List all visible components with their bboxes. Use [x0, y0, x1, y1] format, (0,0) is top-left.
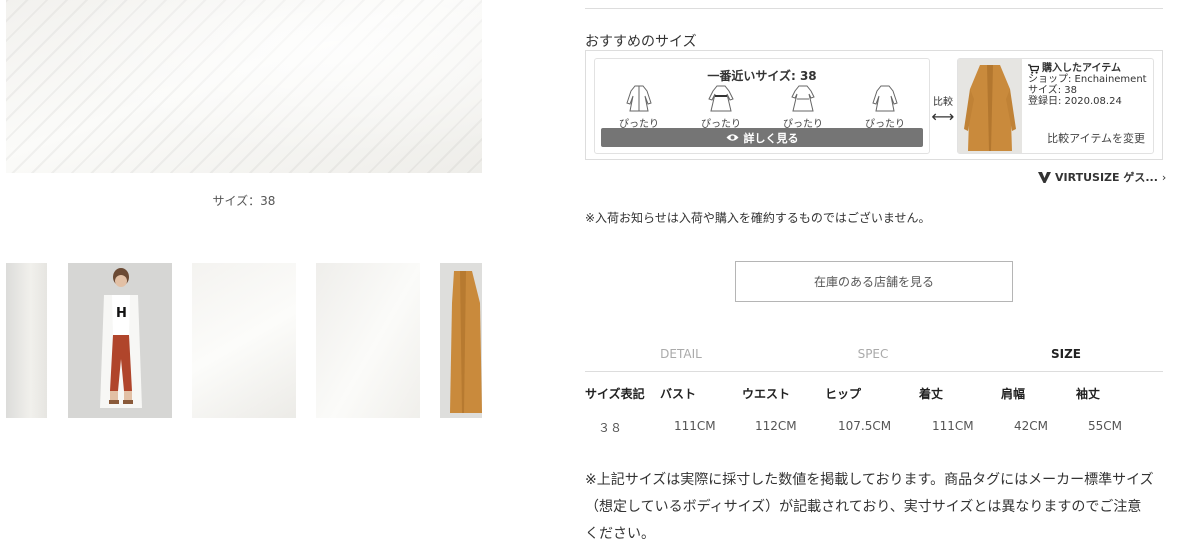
- thumbnail-2[interactable]: H: [68, 263, 172, 418]
- purchased-title: 購入したアイテム: [1042, 63, 1121, 74]
- table-cell: 42CM: [1014, 419, 1049, 433]
- purchased-size: サイズ: 38: [1028, 85, 1077, 96]
- view-stores-button[interactable]: 在庫のある店舗を見る: [735, 261, 1013, 302]
- table-header: バスト: [660, 387, 697, 401]
- model-photo: H: [68, 263, 172, 418]
- image-size-caption: サイズ：38: [212, 194, 276, 208]
- product-tabs: DETAIL SPEC SIZE: [585, 336, 1163, 372]
- divider: [585, 8, 1163, 9]
- virtusize-label: VIRTUSIZE ゲス...: [1055, 171, 1158, 184]
- table-header: サイズ表記: [585, 387, 645, 401]
- dress-outline-icon: [872, 85, 898, 112]
- virtusize-link[interactable]: VIRTUSIZE ゲス... ›: [1038, 169, 1166, 185]
- size-disclaimer: ※上記サイズは実際に採寸した数値を掲載しております。商品タグにはメーカー標準サイ…: [585, 472, 1154, 542]
- size-recommendation-panel: 一番近いサイズ: 38 ぴったり ぴったり ぴったり ぴったり 詳しく見る: [594, 58, 930, 154]
- cardigan-photo: [958, 59, 1022, 153]
- purchased-item-info: 購入したアイテム ショップ: Enchainement サイズ: 38 登録日:…: [1028, 63, 1147, 107]
- table-header: 着丈: [919, 387, 944, 401]
- thumbnail-strip: H: [6, 263, 482, 418]
- change-compare-item-link[interactable]: 比較アイテムを変更: [1047, 130, 1145, 146]
- recommended-size-heading: おすすめのサイズ: [585, 34, 697, 50]
- eye-icon: [726, 134, 738, 141]
- table-header: 袖丈: [1076, 387, 1101, 401]
- tab-detail[interactable]: DETAIL: [585, 336, 777, 372]
- fit-garment-4: ぴったり: [855, 83, 915, 130]
- thumbnail-3[interactable]: [192, 263, 296, 418]
- see-details-label: 詳しく見る: [743, 131, 799, 145]
- table-cell: 111CM: [932, 419, 974, 433]
- tab-spec[interactable]: SPEC: [777, 336, 969, 372]
- table-cell: 107.5CM: [838, 419, 892, 433]
- dress-outline-icon: [791, 85, 815, 112]
- table-header: 肩幅: [1001, 387, 1026, 401]
- svg-text:H: H: [116, 306, 127, 321]
- main-product-image: [6, 0, 482, 173]
- chevron-right-icon: ›: [1161, 170, 1167, 184]
- cart-icon: [1028, 63, 1039, 74]
- thumbnail-4[interactable]: [316, 263, 420, 418]
- double-arrow-icon: ⟷: [931, 107, 955, 126]
- fit-garment-3: ぴったり: [773, 83, 833, 130]
- dress-outline-icon: [626, 85, 652, 112]
- dress-outline-icon: [708, 85, 734, 112]
- table-cell: ３８: [598, 421, 623, 435]
- purchased-item-image: [958, 59, 1022, 153]
- thumbnail-1[interactable]: [6, 263, 47, 418]
- purchased-title-row: 購入したアイテム: [1028, 63, 1147, 74]
- table-cell: 112CM: [755, 419, 797, 433]
- closest-size: 一番近いサイズ: 38: [707, 69, 817, 83]
- see-details-button[interactable]: 詳しく見る: [601, 128, 923, 147]
- purchased-item-panel[interactable]: 購入したアイテム ショップ: Enchainement サイズ: 38 登録日:…: [957, 58, 1154, 154]
- purchased-registered-date: 登録日: 2020.08.24: [1028, 96, 1122, 107]
- virtusize-widget: 一番近いサイズ: 38 ぴったり ぴったり ぴったり ぴったり 詳しく見る 比較…: [585, 50, 1163, 160]
- table-header: ヒップ: [825, 387, 862, 401]
- virtusize-logo-icon: [1038, 171, 1051, 183]
- restock-notice: ※入荷お知らせは入荷や購入を確約するものではございません。: [585, 211, 931, 225]
- tab-size[interactable]: SIZE: [970, 336, 1162, 372]
- fit-garment-2: ぴったり: [691, 83, 751, 130]
- compare-indicator: 比較 ⟷: [930, 93, 956, 126]
- purchased-shop: ショップ: Enchainement: [1028, 74, 1147, 85]
- fit-garment-1: ぴったり: [609, 83, 669, 130]
- tabs-divider: [585, 371, 1163, 372]
- table-header: ウエスト: [742, 387, 791, 401]
- table-cell: 55CM: [1088, 419, 1123, 433]
- table-cell: 111CM: [674, 419, 716, 433]
- thumbnail-5[interactable]: [440, 263, 482, 418]
- orange-cardigan-photo: [440, 263, 482, 418]
